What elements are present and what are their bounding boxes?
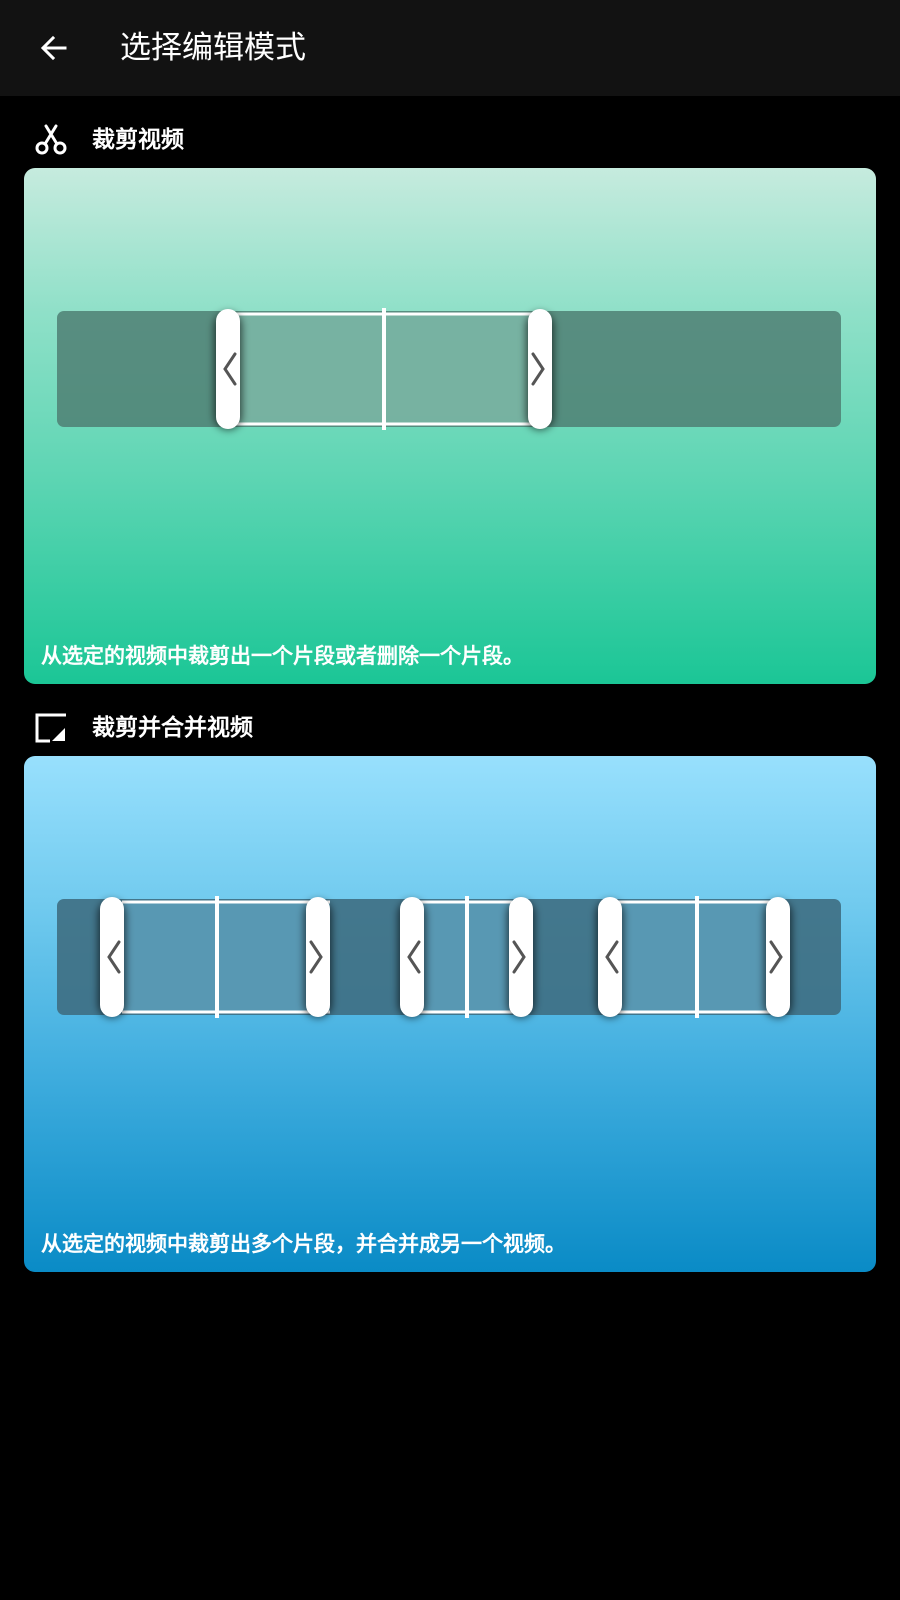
scissors-icon xyxy=(35,124,67,155)
selected-segment-2 xyxy=(416,896,512,1018)
trim-merge-video-card[interactable]: 从选定的视频中裁剪出多个片段，并合并成另一个视频。 xyxy=(24,756,876,1272)
trim-merge-icon xyxy=(35,713,66,743)
trim-merge-illustration xyxy=(57,896,841,1018)
selected-segment-3 xyxy=(614,896,774,1018)
section-title-merge: 裁剪并合并视频 xyxy=(92,715,253,741)
page-title: 选择编辑模式 xyxy=(120,30,306,66)
back-button[interactable] xyxy=(30,24,78,72)
trim-merge-description: 从选定的视频中裁剪出多个片段，并合并成另一个视频。 xyxy=(41,1232,566,1256)
section-title-trim: 裁剪视频 xyxy=(92,127,184,153)
trim-handle-right-3 xyxy=(764,897,792,1018)
trim-handle-left-1 xyxy=(98,897,126,1018)
selected-segment xyxy=(236,308,532,430)
trim-video-card[interactable]: 从选定的视频中裁剪出一个片段或者删除一个片段。 xyxy=(24,168,876,684)
trim-handle-right-1 xyxy=(304,897,332,1018)
trim-handle-left-3 xyxy=(596,897,624,1018)
trim-handle-right xyxy=(526,309,554,430)
app-bar: 选择编辑模式 xyxy=(0,0,900,96)
trim-handle-right-2 xyxy=(507,897,535,1018)
trim-illustration xyxy=(57,308,841,430)
selected-segment-1 xyxy=(122,896,330,1018)
section-header-merge: 裁剪并合并视频 xyxy=(0,700,900,756)
trim-description: 从选定的视频中裁剪出一个片段或者删除一个片段。 xyxy=(41,644,524,668)
section-header-trim: 裁剪视频 xyxy=(0,112,900,168)
arrow-left-icon xyxy=(40,35,67,61)
trim-handle-left xyxy=(214,309,242,430)
trim-handle-left-2 xyxy=(398,897,426,1018)
